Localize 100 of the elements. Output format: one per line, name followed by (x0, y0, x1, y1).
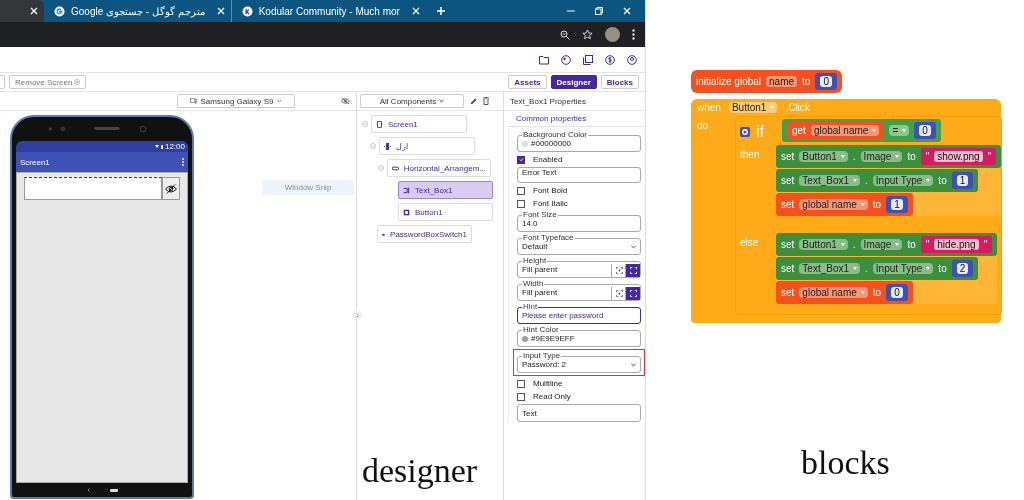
text-area[interactable]: Text (517, 404, 641, 422)
dropdown-field[interactable]: Image (860, 239, 903, 250)
dropdown-field[interactable]: Input Type (872, 263, 934, 274)
device-select[interactable]: Samsung Galaxy S9 (177, 94, 295, 108)
get-block[interactable]: get global name (787, 122, 885, 139)
caret-icon (895, 243, 900, 246)
library-icon[interactable] (583, 54, 593, 65)
number-value[interactable]: 2 (956, 263, 969, 274)
checkbox[interactable] (517, 155, 525, 164)
view-tab[interactable]: Blocks (600, 75, 639, 89)
number-value[interactable]: 0 (891, 287, 903, 298)
text-field[interactable]: Error Text (517, 167, 641, 183)
text-value[interactable]: hide.png (934, 239, 979, 250)
text-block[interactable]: " show.png " (920, 148, 997, 165)
gear-icon[interactable] (740, 127, 750, 137)
dollar-icon[interactable] (605, 54, 615, 65)
dropdown-field[interactable]: Button1 (728, 102, 778, 113)
dropdown-field[interactable]: Text_Box1 (799, 263, 861, 274)
compare-block[interactable]: get global name = 0 (782, 119, 941, 142)
delete-icon[interactable] (483, 97, 489, 105)
component-node[interactable]: PasswordBoxSwitch1 (377, 225, 472, 243)
close-icon[interactable] (216, 7, 225, 15)
button-icon (403, 208, 410, 216)
close-icon[interactable] (623, 7, 631, 15)
dropdown-field[interactable]: Button1 (799, 151, 848, 162)
number-value[interactable]: 0 (820, 76, 832, 87)
number-block[interactable]: 2 (951, 260, 974, 277)
number-value[interactable]: 0 (919, 125, 931, 136)
dropdown-field[interactable]: global name (810, 125, 880, 136)
checkbox[interactable] (517, 392, 525, 401)
textbox-icon (403, 186, 410, 194)
folder-icon[interactable] (539, 54, 549, 65)
star-icon[interactable] (582, 29, 593, 40)
dropdown-field[interactable]: Image (860, 151, 903, 162)
checkbox[interactable] (517, 186, 525, 195)
select-field[interactable]: Font Typeface Default (517, 234, 641, 255)
browser-tab[interactable] (0, 0, 44, 22)
number-block[interactable]: 0 (815, 73, 837, 90)
avatar[interactable] (605, 27, 620, 42)
dropdown-field[interactable]: = (889, 125, 910, 136)
number-block[interactable]: 0 (914, 122, 936, 139)
component-node[interactable]: Screen1 (371, 115, 467, 133)
section-link[interactable]: Common properties (504, 111, 645, 126)
view-tab[interactable]: Assets (508, 75, 547, 89)
set-variable-block[interactable]: set global name to 1 (776, 193, 913, 216)
expand-icon (629, 267, 637, 274)
view-tab[interactable]: Designer (550, 75, 597, 89)
toggle-visibility-button[interactable] (162, 177, 180, 200)
checkbox[interactable] (517, 379, 525, 388)
close-icon[interactable] (411, 7, 420, 15)
caption: designer (362, 452, 478, 490)
variable-name-field[interactable]: name (766, 76, 798, 87)
if-block[interactable]: if get global name = 0 then set Button1 . Image to " show.png " set Text_Box1 . Input Type to 1 set global name to 1 else set Button1 . Image to " hide.png " set Text_Box1 . Input Type to 2 set global name to 0 (735, 116, 1003, 315)
number-value[interactable]: 1 (891, 199, 903, 210)
browser-tab[interactable]: Kodular Community - Much mor (231, 0, 426, 22)
number-value[interactable]: 1 (956, 175, 969, 186)
minimize-icon[interactable] (567, 7, 575, 15)
checkbox[interactable] (517, 199, 525, 208)
dropdown-field[interactable]: global name (799, 287, 868, 298)
event-block[interactable]: when Button1 .Click do if get global name = 0 then set Button1 . Image to " show.png " set Text_Box1 . Input Type to 1 set global name to 1 else set Button1 . Image to " hide.png " set Text_Box1 . Input Type to 2 set global name to 0 (691, 99, 1002, 323)
dropdown-field[interactable]: Text_Box1 (799, 175, 861, 186)
set-property-block[interactable]: set Text_Box1 . Input Type to 2 (776, 257, 979, 280)
fill-button[interactable] (625, 287, 640, 300)
text-value[interactable]: show.png (934, 151, 983, 162)
size-field[interactable]: Width Fill parent (517, 280, 641, 301)
fill-button[interactable] (625, 264, 640, 277)
account-icon[interactable] (627, 54, 637, 65)
set-property-block[interactable]: set Button1 . Image to " hide.png " (776, 233, 998, 256)
vertical-arrangement-icon (384, 142, 391, 150)
close-icon[interactable] (30, 7, 38, 15)
dropdown-field[interactable]: Button1 (799, 239, 848, 250)
set-variable-block[interactable]: set global name to 0 (776, 281, 913, 304)
password-input[interactable] (24, 177, 162, 200)
number-block[interactable]: 1 (886, 196, 908, 213)
component-node[interactable]: Horizontal_Arrangem... (387, 159, 491, 177)
component-node[interactable]: ارل (379, 137, 475, 155)
initialize-global-block[interactable]: initialize global name to 0 (691, 70, 842, 93)
text-field[interactable]: Font Size 14.0 (517, 211, 641, 232)
number-block[interactable]: 0 (886, 284, 908, 301)
collapse-handle[interactable] (352, 310, 362, 320)
size-field[interactable]: Height Fill parent (517, 257, 641, 278)
number-block[interactable]: 1 (951, 172, 974, 189)
text-block[interactable]: " hide.png " (920, 236, 993, 253)
restore-icon[interactable] (595, 7, 603, 15)
color-field[interactable]: Background Color #00000000 (517, 131, 641, 152)
component-filter-select[interactable]: All Components (360, 94, 464, 108)
edit-icon[interactable] (470, 97, 477, 105)
color-field[interactable]: Hint Color #9E9E9EFF (517, 326, 641, 347)
set-property-block[interactable]: set Text_Box1 . Input Type to 1 (776, 169, 979, 192)
zoom-icon[interactable] (560, 29, 570, 40)
remove-screen-button[interactable]: Remove Screen (9, 75, 87, 89)
select-field[interactable]: Input Type Password: 2 (517, 352, 641, 373)
menu-icon[interactable] (632, 29, 635, 40)
dropdown-field[interactable]: global name (799, 199, 868, 210)
dropdown-field[interactable]: Input Type (872, 175, 934, 186)
set-property-block[interactable]: set Button1 . Image to " show.png " (776, 145, 1002, 168)
component-node[interactable]: Button1 (398, 203, 493, 221)
component-node[interactable]: Text_Box1 (398, 181, 493, 199)
eye-off-icon[interactable] (341, 97, 350, 105)
text-field[interactable]: Hint Please enter password (517, 303, 641, 324)
